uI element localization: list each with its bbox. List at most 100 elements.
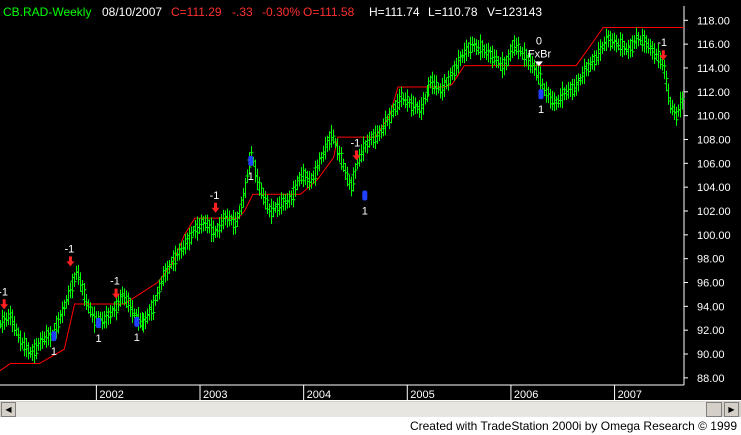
price-bar [520, 47, 525, 60]
price-bar [462, 42, 467, 64]
price-bar [193, 220, 198, 239]
x-tick-label: 2004 [307, 389, 331, 400]
x-tick-label: 2002 [99, 389, 123, 400]
price-bar [496, 56, 501, 69]
price-bar [12, 316, 17, 336]
price-bar [124, 290, 129, 308]
buy-marker-icon [95, 318, 101, 329]
x-axis-ticks: 2002 2003 2004 2005 2006 2007 [95, 385, 642, 400]
price-bar [219, 214, 224, 233]
price-bar [86, 299, 91, 314]
price-bar [181, 240, 186, 256]
price-bar [275, 197, 280, 217]
price-bar [558, 88, 563, 108]
price-bar [84, 293, 89, 311]
price-bar [104, 305, 109, 329]
price-bar [203, 215, 208, 232]
y-tick-label: 106.00 [697, 158, 731, 170]
status-footer: Created with TradeStation 2000i by Omega… [0, 417, 741, 435]
price-bar [277, 196, 282, 216]
price-bar [454, 57, 459, 76]
price-bar [514, 37, 519, 55]
low-label: L=110.78 [428, 5, 478, 19]
price-bar [88, 302, 93, 318]
price-bar [271, 201, 276, 218]
price-bar [600, 41, 605, 54]
price-bar [343, 163, 348, 181]
price-bar [618, 32, 623, 57]
sell-arrow-icon [0, 299, 9, 310]
price-bar [498, 57, 503, 71]
price-bar [632, 35, 637, 49]
y-tick-label: 88.00 [697, 373, 725, 385]
price-bar [472, 38, 477, 52]
price-bar [233, 212, 238, 235]
price-bar [506, 49, 511, 67]
price-bar [355, 158, 360, 170]
price-bar [678, 91, 683, 118]
price-bar [606, 30, 611, 48]
price-bar [191, 225, 196, 237]
price-bar [423, 93, 428, 105]
buy-marker-icon [538, 89, 544, 100]
exit-signal-name: FxBr [528, 48, 552, 60]
price-bar [566, 81, 571, 99]
buy-marker-icon [248, 155, 254, 166]
price-bar [207, 219, 212, 234]
price-bar [548, 88, 553, 109]
price-bar [255, 168, 260, 190]
price-bar [108, 305, 113, 324]
price-bar [130, 300, 135, 323]
price-bar [335, 138, 340, 161]
price-bar [285, 193, 290, 209]
price-bar [92, 306, 97, 333]
price-bar [411, 95, 416, 116]
credit-text: Created with TradeStation 2000i by Omega… [409, 419, 737, 433]
price-bar [363, 140, 368, 153]
buy-signal-label: 1 [538, 104, 544, 116]
y-tick-label: 116.00 [697, 39, 730, 51]
price-bar [550, 90, 555, 111]
price-bar [582, 58, 587, 84]
x-tick-label: 2007 [618, 389, 642, 400]
price-bar [323, 136, 328, 160]
scroll-left-arrow-icon[interactable]: ◀ [1, 402, 16, 417]
price-bar [556, 94, 561, 108]
y-tick-label: 102.00 [697, 206, 731, 218]
scrollbar-thumb[interactable] [706, 402, 722, 417]
sell-signal-label: -1 [657, 37, 667, 49]
price-bar [90, 307, 95, 323]
price-bar [552, 92, 557, 111]
price-bar [209, 217, 214, 242]
price-bar [110, 305, 115, 317]
horizontal-scrollbar[interactable]: ◀ ▶ [0, 400, 741, 418]
price-bar [317, 152, 322, 172]
price-bar [229, 214, 234, 226]
price-bar [500, 51, 505, 79]
price-bar [367, 131, 372, 148]
price-bar [197, 217, 202, 234]
price-bar [341, 158, 346, 172]
scroll-right-arrow-icon[interactable]: ▶ [724, 402, 739, 417]
price-bar [149, 300, 154, 321]
price-bar [120, 286, 125, 305]
sell-signal-label: -1 [0, 286, 8, 298]
price-bar [466, 42, 471, 57]
price-bar [421, 92, 426, 115]
price-bar [187, 227, 192, 251]
price-bar [446, 70, 451, 91]
buy-marker-icon [362, 190, 368, 201]
price-bar [484, 43, 489, 61]
price-bar [64, 295, 69, 309]
price-bar [405, 89, 410, 112]
price-bar [80, 280, 85, 296]
price-bar [321, 145, 326, 162]
price-bar [217, 217, 222, 239]
price-bar [167, 259, 172, 274]
price-bar [281, 193, 286, 211]
price-bar [151, 294, 156, 321]
price-bar [407, 97, 412, 108]
scrollbar-track[interactable] [16, 402, 708, 417]
price-bar [666, 83, 671, 105]
price-bar [60, 301, 65, 324]
